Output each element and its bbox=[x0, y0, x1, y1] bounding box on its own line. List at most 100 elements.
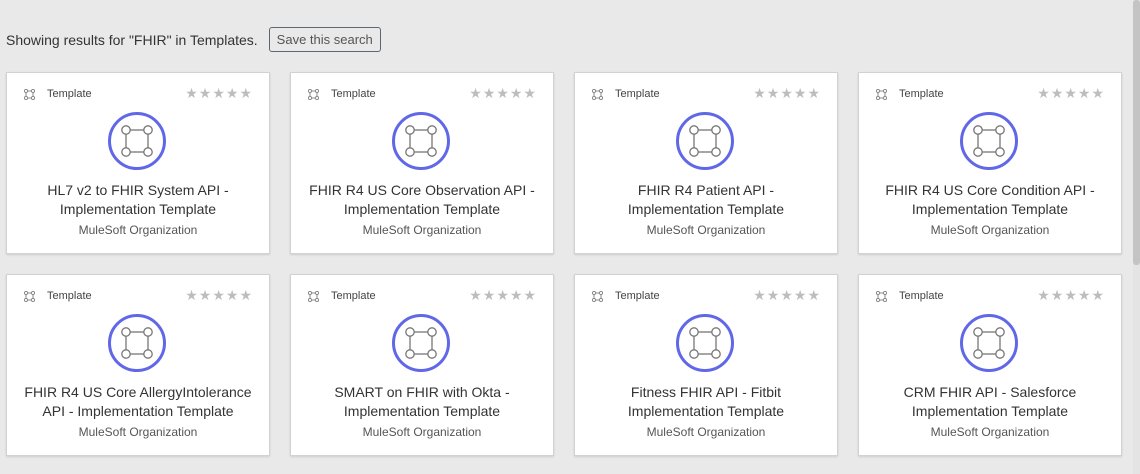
template-card[interactable]: Template ★ ★ ★ ★ ★ SMART on FHIR with Okta -… bbox=[290, 274, 554, 456]
template-logo-icon bbox=[676, 314, 734, 372]
template-card[interactable]: Template ★ ★ ★ ★ ★ FHIR R4 US Core Observati… bbox=[290, 72, 554, 254]
card-title-line: FHIR R4 Patient API - bbox=[637, 182, 775, 198]
star-icon: ★ bbox=[780, 287, 793, 303]
asset-type: Template bbox=[592, 289, 660, 303]
rating-stars: ★ ★ ★ ★ ★ bbox=[468, 287, 536, 303]
rating-stars: ★ ★ ★ ★ ★ bbox=[752, 287, 820, 303]
asset-type-label: Template bbox=[899, 290, 944, 302]
results-header: Showing results for "FHIR" in Templates.… bbox=[6, 26, 381, 53]
asset-type: Template bbox=[308, 87, 376, 101]
template-logo-icon bbox=[108, 112, 166, 170]
card-title-line: Implementation Template bbox=[627, 201, 785, 217]
template-card[interactable]: Template ★ ★ ★ ★ ★ FHIR R4 US Core AllergyIn… bbox=[6, 274, 270, 456]
card-title-line: Fitness FHIR API - Fitbit bbox=[630, 384, 782, 400]
star-icon: ★ bbox=[1050, 287, 1064, 303]
scrollbar-thumb[interactable] bbox=[1133, 0, 1140, 265]
template-type-icon bbox=[876, 290, 887, 302]
star-icon: ★ bbox=[523, 287, 536, 303]
card-title: FHIR R4 Patient API - Implementation Tem… bbox=[583, 181, 829, 219]
star-icon: ★ bbox=[1037, 287, 1050, 303]
asset-type: Template bbox=[592, 87, 660, 101]
template-glyph-icon bbox=[405, 327, 437, 359]
template-glyph-icon bbox=[973, 327, 1005, 359]
template-card[interactable]: Template ★ ★ ★ ★ ★ Fitness FHIR API - Fitbit… bbox=[574, 274, 838, 456]
star-icon: ★ bbox=[239, 287, 252, 303]
star-icon: ★ bbox=[753, 287, 766, 303]
star-icon: ★ bbox=[780, 85, 793, 101]
star-icon: ★ bbox=[1091, 287, 1104, 303]
star-icon: ★ bbox=[482, 85, 496, 101]
card-title: FHIR R4 US Core Condition API - Implemen… bbox=[867, 181, 1113, 219]
card-title-line: FHIR R4 US Core AllergyIntolerance bbox=[24, 384, 252, 400]
card-title-line: Implementation Template bbox=[627, 403, 785, 419]
template-card[interactable]: Template ★ ★ ★ ★ ★ CRM FHIR API - Salesforce… bbox=[858, 274, 1122, 456]
asset-type-label: Template bbox=[615, 290, 660, 302]
card-title-line: API - Implementation Template bbox=[42, 403, 234, 419]
star-icon: ★ bbox=[1077, 85, 1091, 101]
star-icon: ★ bbox=[766, 85, 780, 101]
star-icon: ★ bbox=[212, 287, 225, 303]
template-type-icon bbox=[308, 88, 319, 100]
organization-name: MuleSoft Organization bbox=[930, 425, 1050, 439]
star-icon: ★ bbox=[793, 287, 807, 303]
star-icon: ★ bbox=[212, 85, 225, 101]
card-title: FHIR R4 US Core AllergyIntolerance API -… bbox=[15, 383, 261, 421]
save-search-button[interactable]: Save this search bbox=[268, 27, 381, 52]
card-title-line: Implementation Template bbox=[343, 403, 501, 419]
card-title: HL7 v2 to FHIR System API - Implementati… bbox=[15, 181, 261, 219]
rating-stars: ★ ★ ★ ★ ★ bbox=[1036, 85, 1104, 101]
card-title-line: Implementation Template bbox=[911, 403, 1069, 419]
template-logo-icon bbox=[960, 314, 1018, 372]
asset-type: Template bbox=[24, 289, 92, 303]
star-icon: ★ bbox=[1077, 287, 1091, 303]
star-icon: ★ bbox=[523, 85, 536, 101]
asset-type: Template bbox=[308, 289, 376, 303]
star-icon: ★ bbox=[1050, 85, 1064, 101]
organization-name: MuleSoft Organization bbox=[78, 223, 198, 237]
rating-stars: ★ ★ ★ ★ ★ bbox=[468, 85, 536, 101]
rating-stars: ★ ★ ★ ★ ★ bbox=[752, 85, 820, 101]
star-icon: ★ bbox=[225, 287, 239, 303]
star-icon: ★ bbox=[509, 287, 523, 303]
template-glyph-icon bbox=[121, 327, 153, 359]
template-logo-icon bbox=[392, 314, 450, 372]
star-icon: ★ bbox=[807, 287, 820, 303]
template-type-icon bbox=[592, 290, 603, 302]
template-type-icon bbox=[24, 290, 35, 302]
star-icon: ★ bbox=[1064, 85, 1077, 101]
asset-type-label: Template bbox=[331, 290, 376, 302]
rating-stars: ★ ★ ★ ★ ★ bbox=[184, 85, 252, 101]
star-icon: ★ bbox=[509, 85, 523, 101]
asset-type-label: Template bbox=[615, 88, 660, 100]
card-title-line: Implementation Template bbox=[59, 201, 217, 217]
vertical-scrollbar[interactable] bbox=[1133, 0, 1140, 474]
star-icon: ★ bbox=[198, 85, 212, 101]
star-icon: ★ bbox=[1064, 287, 1077, 303]
card-title-line: FHIR R4 US Core Observation API - bbox=[309, 182, 535, 198]
card-title: Fitness FHIR API - Fitbit Implementation… bbox=[583, 383, 829, 421]
star-icon: ★ bbox=[198, 287, 212, 303]
template-glyph-icon bbox=[689, 327, 721, 359]
template-glyph-icon bbox=[405, 125, 437, 157]
card-title-line: Implementation Template bbox=[911, 201, 1069, 217]
asset-type-label: Template bbox=[899, 88, 944, 100]
template-card[interactable]: Template ★ ★ ★ ★ ★ FHIR R4 US Core Condition… bbox=[858, 72, 1122, 254]
card-title-line: CRM FHIR API - Salesforce bbox=[903, 384, 1077, 400]
card-title: CRM FHIR API - Salesforce Implementation… bbox=[867, 383, 1113, 421]
template-glyph-icon bbox=[973, 125, 1005, 157]
star-icon: ★ bbox=[753, 85, 766, 101]
template-card[interactable]: Template ★ ★ ★ ★ ★ HL7 v2 to FHIR System API… bbox=[6, 72, 270, 254]
template-logo-icon bbox=[676, 112, 734, 170]
asset-type: Template bbox=[24, 87, 92, 101]
asset-type: Template bbox=[876, 289, 944, 303]
organization-name: MuleSoft Organization bbox=[362, 425, 482, 439]
star-icon: ★ bbox=[469, 85, 482, 101]
star-icon: ★ bbox=[225, 85, 239, 101]
template-logo-icon bbox=[960, 112, 1018, 170]
star-icon: ★ bbox=[496, 85, 509, 101]
star-icon: ★ bbox=[766, 287, 780, 303]
template-card[interactable]: Template ★ ★ ★ ★ ★ FHIR R4 Patient API - Imp… bbox=[574, 72, 838, 254]
asset-type-label: Template bbox=[47, 88, 92, 100]
organization-name: MuleSoft Organization bbox=[930, 223, 1050, 237]
card-title-line: Implementation Template bbox=[343, 201, 501, 217]
